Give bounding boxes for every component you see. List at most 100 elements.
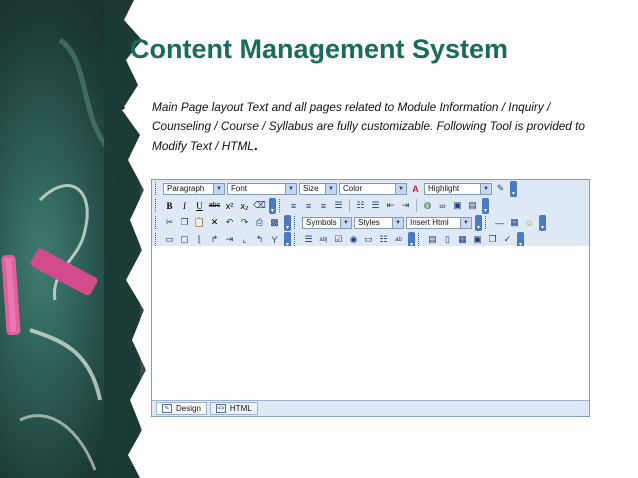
editor-content-area[interactable] <box>152 246 589 400</box>
tab-html[interactable]: <> HTML <box>209 402 258 415</box>
outdent-icon[interactable]: ⇤ <box>384 199 397 212</box>
move-backward-icon[interactable]: ⇥ <box>223 233 236 246</box>
layer-icon[interactable]: ▢ <box>178 233 191 246</box>
chevron-down-icon: ▼ <box>325 183 336 194</box>
grid-icon[interactable]: ▦ <box>456 233 469 246</box>
align-justify-icon[interactable]: ☰ <box>332 199 345 212</box>
toolbar-end-handle[interactable]: ▾ <box>482 197 489 214</box>
frame-icon[interactable]: ▣ <box>471 233 484 246</box>
table-icon[interactable]: ▦ <box>508 216 521 229</box>
font-select[interactable]: Font ▼ <box>227 182 297 195</box>
font-color-icon[interactable]: A <box>409 182 422 195</box>
tab-design[interactable]: ✎ Design <box>156 402 207 415</box>
undo-icon[interactable]: ↶ <box>223 216 236 229</box>
textarea-icon[interactable]: ▭ <box>362 233 375 246</box>
styles-select[interactable]: Styles ▼ <box>354 216 404 229</box>
html-icon: <> <box>215 404 226 413</box>
toolbar-grip[interactable] <box>294 216 298 229</box>
chevron-down-icon: ▼ <box>395 183 406 194</box>
toolbar-row-3: ✂ ❐ 📋 ✕ ↶ ↷ ⎙ ▩ ▾ Symbols ▼ Styles ▼ Ins… <box>152 214 589 231</box>
size-select[interactable]: Size ▼ <box>299 182 337 195</box>
align-right-icon[interactable]: ≡ <box>317 199 330 212</box>
align-center-icon[interactable]: ≡ <box>302 199 315 212</box>
horizontal-rule-icon[interactable]: ― <box>493 216 506 229</box>
toolbar-grip[interactable] <box>418 233 422 246</box>
spellcheck-icon[interactable]: ✓ <box>501 233 514 246</box>
clipboard-icon[interactable]: ❐ <box>486 233 499 246</box>
document-icon[interactable]: ▯ <box>441 233 454 246</box>
toolbar-separator <box>416 199 417 212</box>
toolbar-end-handle[interactable]: ▾ <box>284 214 291 231</box>
chevron-down-icon: ▼ <box>285 183 296 194</box>
editor-mode-bar: ✎ Design <> HTML <box>152 400 589 416</box>
chevron-down-icon: ▼ <box>213 183 224 194</box>
slide-title: Content Management System <box>130 34 509 64</box>
toolbar-grip[interactable] <box>485 216 489 229</box>
paste-icon[interactable]: 📋 <box>193 216 206 229</box>
chevron-down-icon: ▼ <box>340 217 351 228</box>
form-field-icon[interactable]: ☰ <box>302 233 315 246</box>
globe-link-icon[interactable]: ◍ <box>421 199 434 212</box>
highlight-select[interactable]: Highlight ▼ <box>424 182 492 195</box>
paragraph-select-label: Paragraph <box>167 184 205 193</box>
textbox-icon[interactable]: ab| <box>317 233 330 246</box>
toolbar-grip[interactable] <box>155 233 159 246</box>
print-icon[interactable]: ⎙ <box>253 216 266 229</box>
toolbar-end-handle[interactable]: ▾ <box>475 214 482 231</box>
toolbar-grip[interactable] <box>155 182 159 195</box>
color-select-label: Color <box>343 184 363 193</box>
unlink-icon[interactable]: ∞ <box>436 199 449 212</box>
media-icon[interactable]: ▤ <box>466 199 479 212</box>
absolute-position-icon[interactable]: ⌞ <box>238 233 251 246</box>
numbered-list-icon[interactable]: ☰ <box>369 199 382 212</box>
radio-button-icon[interactable]: ◉ <box>347 233 360 246</box>
toolbar-row-1: Paragraph ▼ Font ▼ Size ▼ Color ▼ A High… <box>152 180 589 197</box>
highlighter-icon[interactable]: ✎ <box>494 182 507 195</box>
toolbar-end-handle[interactable]: ▾ <box>510 180 517 197</box>
toolbar-grip[interactable] <box>155 216 159 229</box>
slide-description: Main Page layout Text and all pages rela… <box>152 98 592 156</box>
superscript-button[interactable]: x² <box>223 199 236 212</box>
strikethrough-button[interactable]: abc <box>208 199 221 212</box>
bold-button[interactable]: B <box>163 199 176 212</box>
design-icon: ✎ <box>162 404 172 413</box>
copy-icon[interactable]: ❐ <box>178 216 191 229</box>
paragraph-select[interactable]: Paragraph ▼ <box>163 182 225 195</box>
insert-html-select[interactable]: Insert Html ▼ <box>406 216 472 229</box>
toolbar-end-handle[interactable]: ▾ <box>269 197 276 214</box>
indent-icon[interactable]: ⇥ <box>399 199 412 212</box>
select-box-icon[interactable]: ☷ <box>377 233 390 246</box>
subscript-button[interactable]: x₂ <box>238 199 251 212</box>
delete-icon[interactable]: ✕ <box>208 216 221 229</box>
form-icon[interactable]: ▭ <box>163 233 176 246</box>
toolbar-separator <box>349 199 350 212</box>
redo-icon[interactable]: ↷ <box>238 216 251 229</box>
chevron-down-icon: ▼ <box>480 183 491 194</box>
save-icon[interactable]: ▩ <box>268 216 281 229</box>
italic-button[interactable]: I <box>178 199 191 212</box>
toolbar-grip[interactable] <box>294 233 298 246</box>
relative-position-icon[interactable]: ↰ <box>253 233 266 246</box>
smiley-icon[interactable]: ☺ <box>523 216 536 229</box>
image-icon[interactable]: ▣ <box>451 199 464 212</box>
toolbar-end-handle[interactable]: ▾ <box>539 214 546 231</box>
checkbox-icon[interactable]: ☑ <box>332 233 345 246</box>
toolbar-grip[interactable] <box>279 199 283 212</box>
move-forward-icon[interactable]: ↱ <box>208 233 221 246</box>
toolbar-row-2: B I U abc x² x₂ ⌫ ▾ ≡ ≡ ≡ ☰ ☷ ☰ ⇤ ⇥ ◍ ∞ … <box>152 197 589 214</box>
cut-icon[interactable]: ✂ <box>163 216 176 229</box>
button-field-icon[interactable]: ab <box>392 233 405 246</box>
highlight-select-label: Highlight <box>428 184 460 193</box>
bullet-list-icon[interactable]: ☷ <box>354 199 367 212</box>
position-icon[interactable]: ⌊ <box>193 233 206 246</box>
color-select[interactable]: Color ▼ <box>339 182 407 195</box>
description-period: . <box>253 137 258 153</box>
toolbar-grip[interactable] <box>155 199 159 212</box>
symbols-select[interactable]: Symbols ▼ <box>302 216 352 229</box>
eraser-icon[interactable]: ⌫ <box>253 199 266 212</box>
align-left-icon[interactable]: ≡ <box>287 199 300 212</box>
tab-html-label: HTML <box>229 404 252 413</box>
filter-icon[interactable]: Y <box>268 233 281 246</box>
underline-button[interactable]: U <box>193 199 206 212</box>
image-map-icon[interactable]: ▤ <box>426 233 439 246</box>
